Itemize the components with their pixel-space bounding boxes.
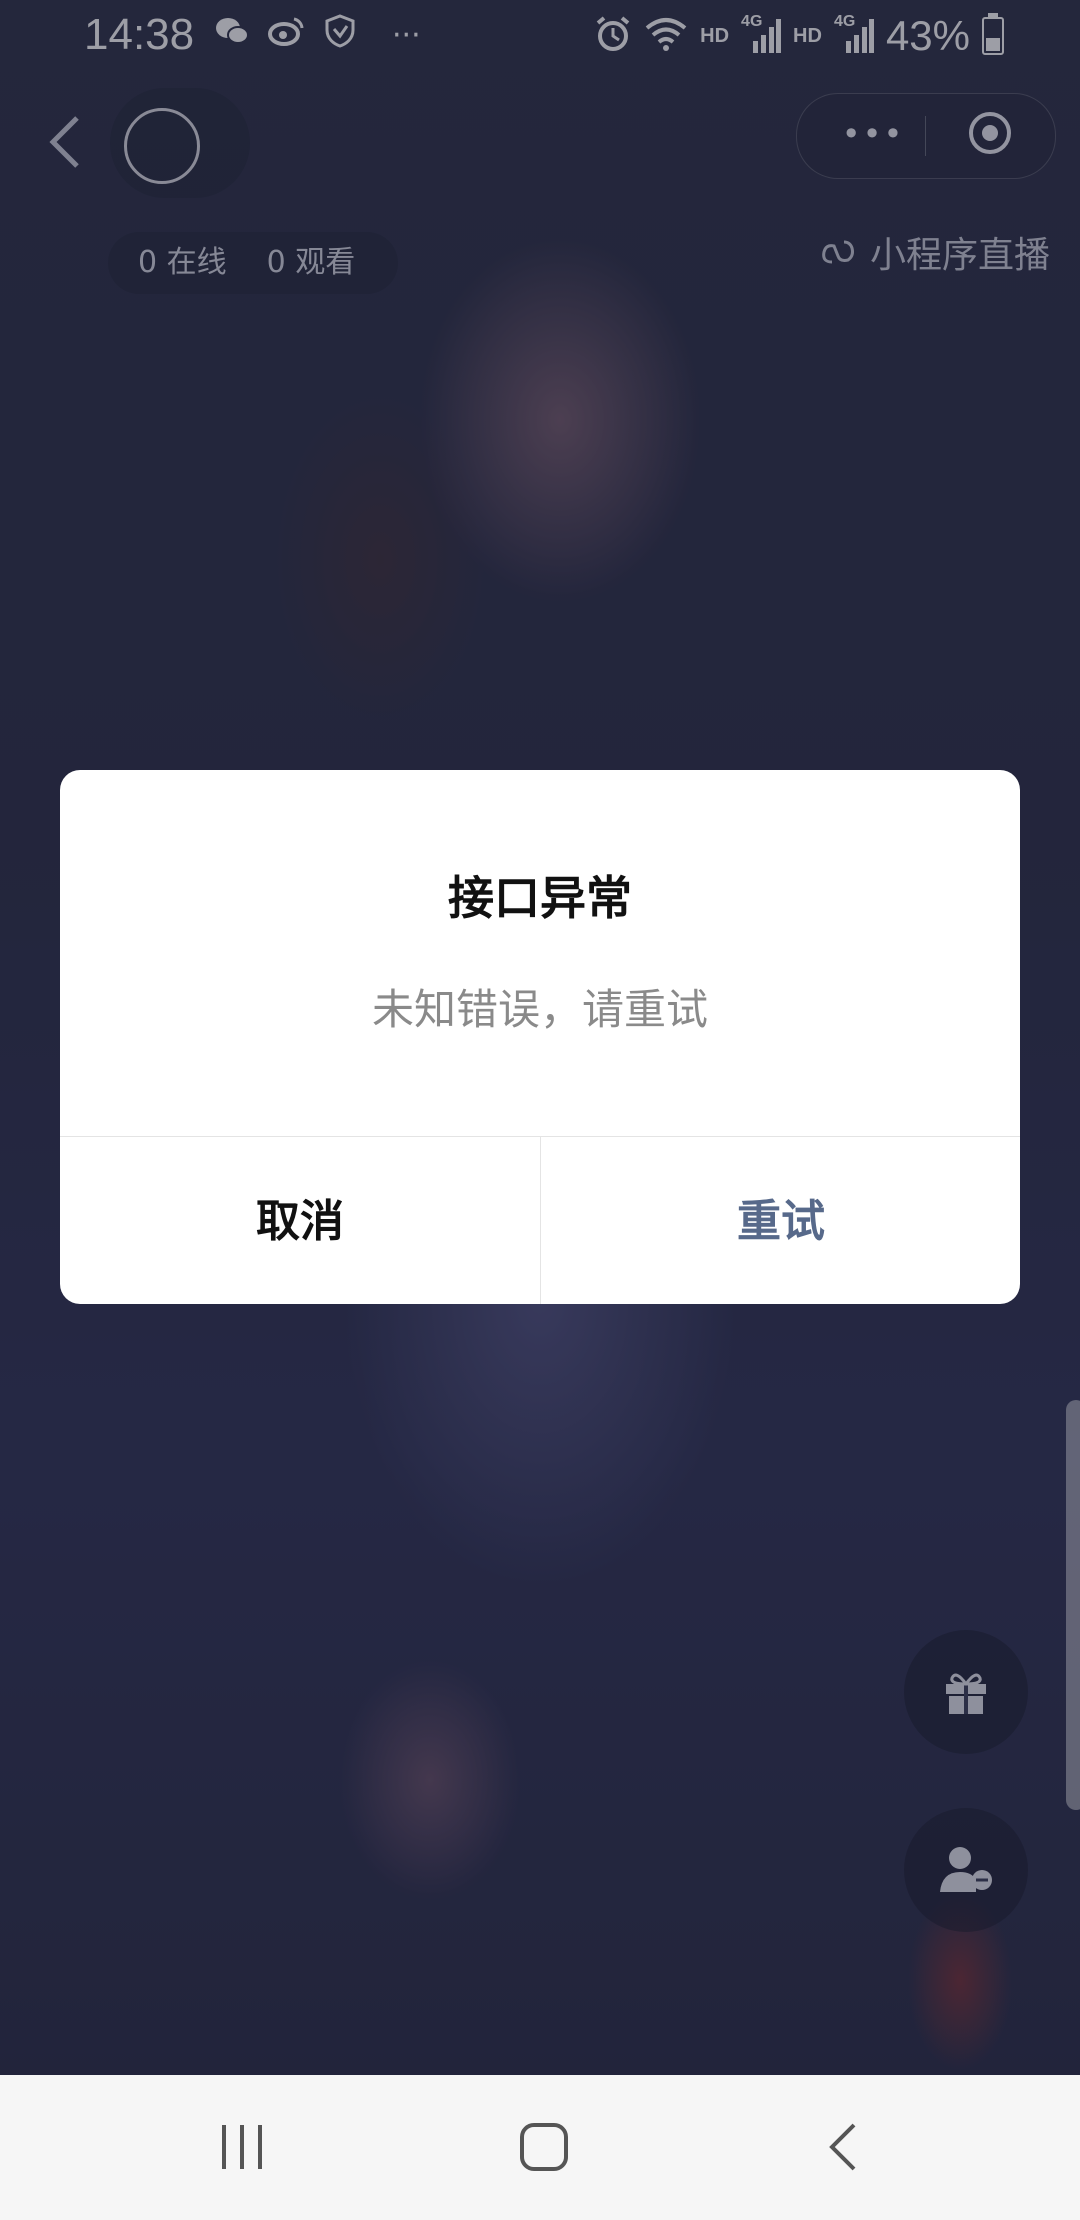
cancel-button[interactable]: 取消: [60, 1137, 540, 1304]
error-dialog: 接口异常 未知错误，请重试 取消 重试: [60, 770, 1020, 1304]
recents-button[interactable]: [162, 2075, 322, 2220]
navigation-bar: [0, 2075, 1080, 2220]
back-icon: [829, 2123, 856, 2171]
home-button[interactable]: [464, 2075, 624, 2220]
recents-icon: [222, 2125, 262, 2169]
retry-button[interactable]: 重试: [541, 1137, 1020, 1304]
dialog-title: 接口异常: [448, 871, 632, 925]
nav-back-button[interactable]: [766, 2075, 926, 2220]
home-icon: [520, 2123, 568, 2171]
dialog-message: 未知错误，请重试: [371, 985, 708, 1034]
